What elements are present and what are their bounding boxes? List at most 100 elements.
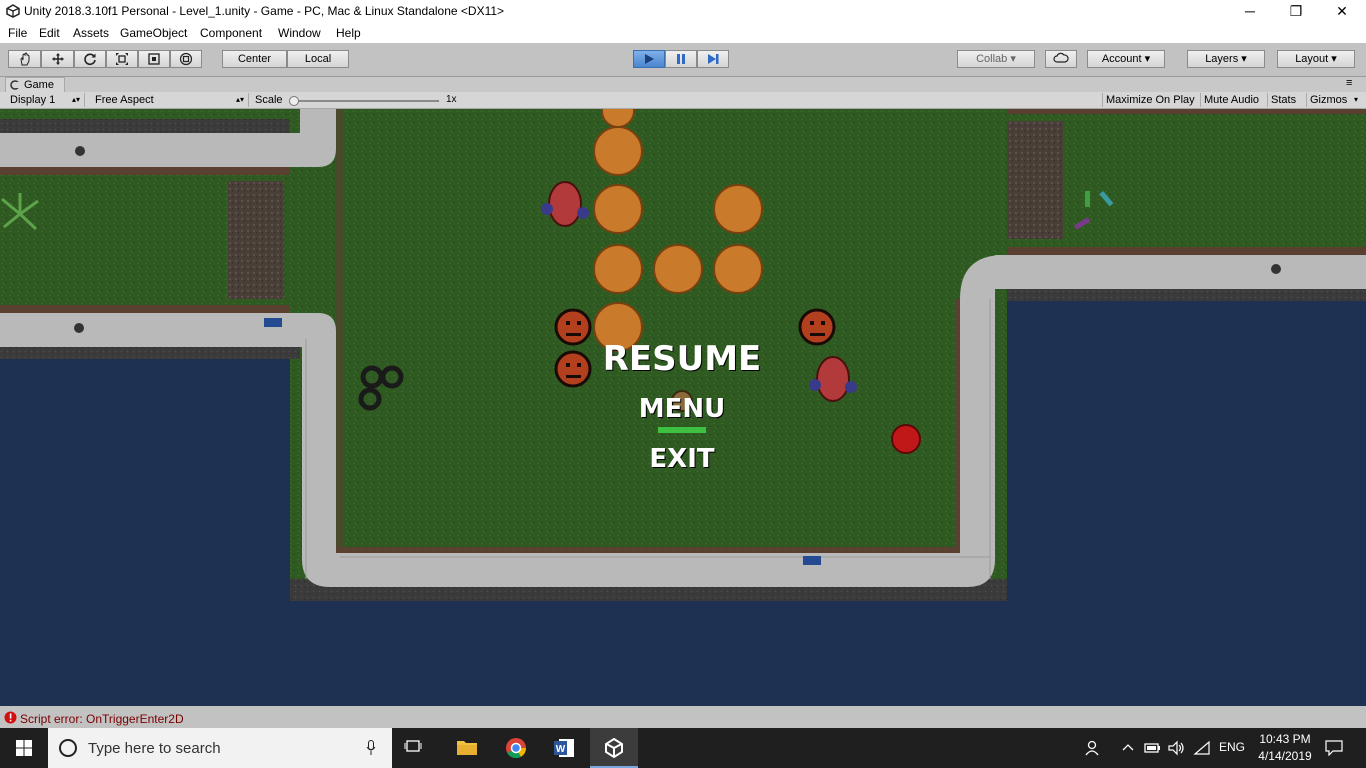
pause-icon: [677, 54, 685, 64]
word-taskbar-button[interactable]: W: [542, 728, 586, 768]
file-explorer-icon: [457, 741, 477, 755]
search-placeholder: Type here to search: [88, 740, 221, 757]
gizmos-dropdown-icon[interactable]: ▾: [1354, 93, 1358, 107]
menu-file[interactable]: File: [8, 26, 27, 40]
collab-label: Collab: [976, 53, 1008, 65]
windows-taskbar: Type here to search W ENG 10:43 PM 4/14/…: [0, 728, 1366, 768]
unity-taskbar-icon: [605, 738, 623, 758]
svg-text:W: W: [556, 744, 566, 755]
scale-slider-track[interactable]: [293, 100, 439, 102]
chrome-taskbar-button[interactable]: [494, 728, 538, 768]
display-label: Display 1: [10, 94, 56, 106]
notification-icon[interactable]: [1325, 740, 1343, 756]
aspect-label: Free Aspect: [95, 94, 154, 106]
pause-button[interactable]: [665, 50, 697, 68]
cloud-icon: [1053, 52, 1069, 63]
maximize-on-play-toggle[interactable]: Maximize On Play: [1102, 93, 1202, 107]
collab-dropdown[interactable]: Collab ▾: [957, 50, 1035, 68]
step-icon: [708, 54, 719, 64]
microphone-icon[interactable]: [366, 740, 376, 756]
maximize-button[interactable]: ❐: [1273, 0, 1319, 23]
menu-bar: File Edit Assets GameObject Component Wi…: [0, 23, 1366, 43]
hand-tool-icon: [19, 52, 29, 66]
tab-game[interactable]: Game: [5, 77, 65, 92]
menu-component[interactable]: Component: [200, 26, 262, 40]
battery-icon[interactable]: [1144, 740, 1162, 756]
gizmos-toggle[interactable]: Gizmos: [1306, 93, 1356, 107]
menu-help[interactable]: Help: [336, 26, 361, 40]
search-icon: [59, 739, 77, 757]
window-title-bar: Unity 2018.3.10f1 Personal - Level_1.uni…: [0, 0, 1366, 23]
game-tab-header: Game ≡: [0, 77, 1366, 92]
aspect-arrow-icon: ▴▾: [235, 95, 244, 104]
main-menu-button[interactable]: MENU: [602, 394, 762, 424]
move-tool-button[interactable]: [41, 50, 74, 68]
menu-edit[interactable]: Edit: [39, 26, 60, 40]
task-view-button[interactable]: [404, 738, 428, 758]
minimize-button[interactable]: ─: [1227, 0, 1273, 23]
rotate-tool-button[interactable]: [74, 50, 106, 68]
window-title: Unity 2018.3.10f1 Personal - Level_1.uni…: [24, 4, 505, 18]
language-indicator[interactable]: ENG: [1219, 740, 1245, 754]
scale-slider-thumb[interactable]: [289, 96, 299, 106]
rect-tool-button[interactable]: [138, 50, 170, 68]
transform-tool-button[interactable]: [170, 50, 202, 68]
aspect-dropdown[interactable]: Free Aspect ▴▾: [90, 93, 249, 107]
game-tab-icon: [10, 80, 20, 90]
menu-assets[interactable]: Assets: [73, 26, 109, 40]
exit-button[interactable]: EXIT: [602, 444, 762, 474]
stats-toggle[interactable]: Stats: [1267, 93, 1307, 107]
play-button[interactable]: [633, 50, 665, 68]
space-label: Local: [304, 53, 332, 65]
error-message: Script error: OnTriggerEnter2D: [20, 712, 184, 726]
main-toolbar: Center Local Collab ▾ Account ▾ Layers ▾…: [0, 43, 1366, 77]
word-icon: W: [554, 739, 574, 757]
layers-label: Layers: [1205, 53, 1239, 65]
taskbar-search-box[interactable]: Type here to search: [48, 728, 392, 768]
cloud-button[interactable]: [1045, 50, 1077, 68]
task-view-icon: [404, 740, 422, 752]
game-tab-label: Game: [24, 79, 54, 91]
move-tool-icon: [51, 53, 64, 65]
taskbar-clock[interactable]: 10:43 PM 4/14/2019: [1252, 731, 1318, 765]
console-status-bar[interactable]: Script error: OnTriggerEnter2D: [0, 708, 1366, 728]
play-icon: [645, 54, 654, 64]
volume-icon[interactable]: [1168, 740, 1186, 756]
unity-logo: [6, 4, 20, 18]
transform-tool-icon: [179, 52, 193, 66]
rotate-tool-icon: [84, 53, 96, 66]
unity-taskbar-button[interactable]: [590, 728, 638, 768]
menu-window[interactable]: Window: [278, 26, 321, 40]
rect-tool-icon: [148, 53, 160, 65]
display-dropdown[interactable]: Display 1 ▴▾: [4, 93, 85, 107]
scale-label: Scale: [255, 94, 283, 106]
clock-date: 4/14/2019: [1258, 749, 1312, 763]
file-explorer-taskbar-button[interactable]: [446, 728, 490, 768]
pivot-center-button[interactable]: Center: [222, 50, 287, 68]
scale-value: 1x: [446, 94, 457, 105]
pivot-label: Center: [237, 53, 272, 65]
layers-dropdown[interactable]: Layers ▾: [1187, 50, 1265, 68]
close-button[interactable]: ✕: [1319, 0, 1365, 23]
hand-tool-button[interactable]: [8, 50, 41, 68]
step-button[interactable]: [697, 50, 729, 68]
clock-time: 10:43 PM: [1259, 732, 1311, 746]
layout-dropdown[interactable]: Layout ▾: [1277, 50, 1355, 68]
mute-audio-toggle[interactable]: Mute Audio: [1200, 93, 1266, 107]
chrome-icon: [506, 738, 527, 759]
scale-tool-icon: [116, 53, 128, 65]
resume-button[interactable]: RESUME: [582, 339, 782, 379]
pivot-local-button[interactable]: Local: [287, 50, 349, 68]
menu-gameobject[interactable]: GameObject: [120, 26, 187, 40]
game-view-controls: Display 1 ▴▾ Free Aspect ▴▾ Scale 1x Maxim…: [0, 92, 1366, 109]
display-arrow-icon: ▴▾: [71, 95, 80, 104]
people-icon[interactable]: [1085, 740, 1103, 756]
game-view[interactable]: RESUME MENU EXIT: [0, 109, 1366, 706]
windows-icon: [16, 740, 32, 756]
network-icon[interactable]: [1193, 740, 1211, 756]
scale-tool-button[interactable]: [106, 50, 138, 68]
panel-menu-icon[interactable]: ≡: [1346, 77, 1352, 89]
account-dropdown[interactable]: Account ▾: [1087, 50, 1165, 68]
start-button[interactable]: [0, 728, 48, 768]
chevron-up-icon[interactable]: [1122, 742, 1134, 752]
